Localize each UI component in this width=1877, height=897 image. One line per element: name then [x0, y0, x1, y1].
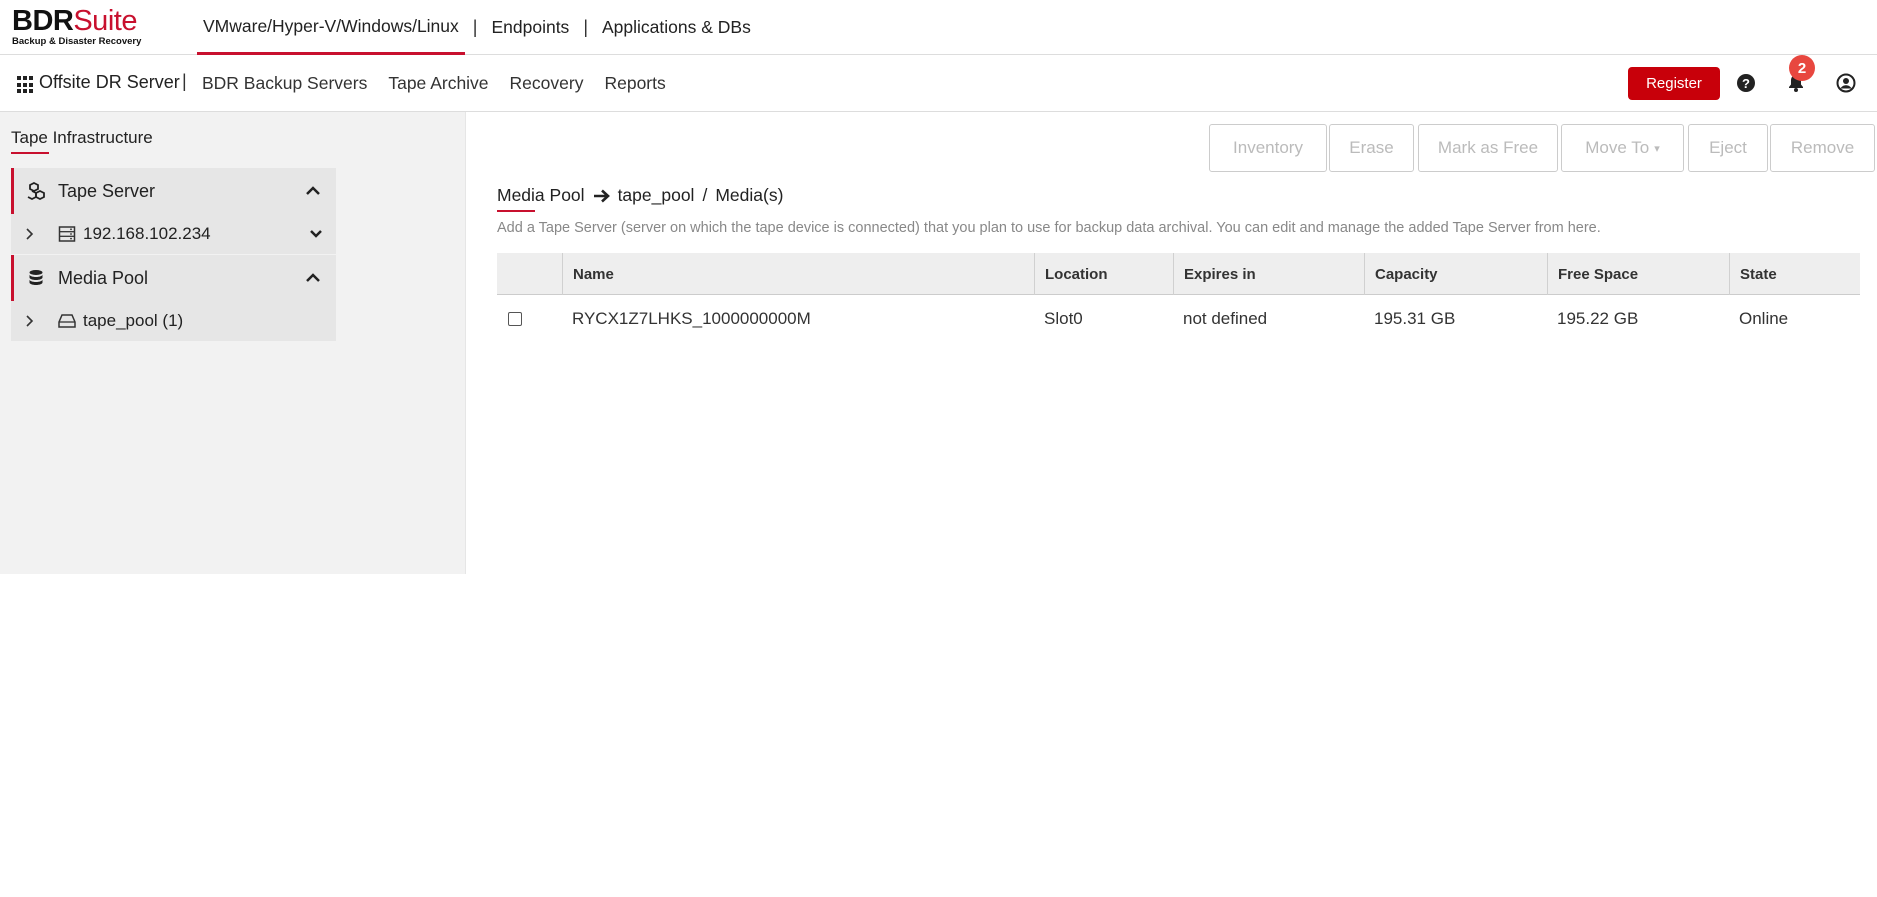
section-media-pool: Media Pool tape_pool (1)	[11, 255, 336, 341]
cell-location: Slot0	[1044, 309, 1083, 328]
section-tape-server: Tape Server 192.168.102.234	[11, 168, 336, 254]
select-column-header	[497, 253, 562, 295]
column-header-capacity[interactable]: Capacity	[1364, 253, 1547, 295]
nav-link-reports[interactable]: Reports	[604, 73, 665, 94]
logo-wordmark: BDRSuite	[12, 5, 137, 37]
page-description: Add a Tape Server (server on which the t…	[497, 220, 1601, 236]
nav-link-tape-archive[interactable]: Tape Archive	[388, 73, 488, 94]
erase-button[interactable]: Erase	[1329, 124, 1414, 172]
notification-badge: 2	[1789, 55, 1815, 81]
eject-button[interactable]: Eject	[1688, 124, 1768, 172]
main-navbar: Offsite DR Server | BDR Backup Servers T…	[0, 55, 1877, 112]
table-header: Name Location Expires in Capacity Free S…	[497, 253, 1860, 295]
sidebar-title: Tape Infrastructure	[11, 128, 153, 147]
table-row[interactable]: RYCX1Z7LHKS_1000000000M Slot0 not define…	[497, 295, 1860, 343]
cell-state: Online	[1739, 309, 1789, 328]
caret-down-icon: ▾	[1654, 142, 1660, 155]
nav-separator: |	[583, 17, 588, 37]
row-checkbox[interactable]	[508, 312, 522, 326]
row-select-cell	[497, 295, 562, 343]
column-header-location[interactable]: Location	[1034, 253, 1173, 295]
bdrsuite-logo[interactable]: BDRSuite Backup & Disaster Recovery	[12, 6, 142, 50]
nav-separator: |	[182, 71, 187, 91]
remove-button[interactable]: Remove	[1770, 124, 1875, 172]
register-button[interactable]: Register	[1628, 67, 1720, 100]
nav-links: BDR Backup Servers Tape Archive Recovery…	[202, 55, 687, 112]
chevron-up-icon[interactable]	[304, 182, 322, 200]
app-title[interactable]: Offsite DR Server	[39, 72, 180, 93]
sidebar: Tape Infrastructure Tape Server 192.168.…	[0, 112, 466, 574]
inventory-button[interactable]: Inventory	[1209, 124, 1327, 172]
database-icon	[27, 269, 49, 287]
nav-link-bdr-backup-servers[interactable]: BDR Backup Servers	[202, 73, 367, 94]
column-header-name[interactable]: Name	[562, 253, 1034, 295]
move-to-dropdown[interactable]: Move To ▾	[1561, 124, 1684, 172]
move-to-label: Move To	[1585, 138, 1650, 157]
arrow-right-icon	[593, 188, 611, 204]
title-underline	[11, 152, 49, 154]
nav-separator: |	[472, 17, 478, 37]
cell-free-space: 195.22 GB	[1557, 309, 1639, 328]
cell-capacity: 195.31 GB	[1374, 309, 1456, 328]
section-header-tape-server[interactable]: Tape Server	[11, 168, 336, 214]
breadcrumb-pool[interactable]: tape_pool	[618, 185, 695, 206]
chevron-down-icon[interactable]	[308, 227, 324, 241]
section-label: Tape Server	[58, 180, 156, 201]
apps-grid-icon[interactable]	[17, 76, 35, 94]
product-tab-endpoints[interactable]: Endpoints	[485, 0, 575, 55]
user-circle-icon[interactable]	[1836, 73, 1856, 93]
breadcrumb-media-pool[interactable]: Media Pool	[497, 185, 585, 212]
section-label: Media Pool	[58, 267, 149, 288]
chevron-up-icon[interactable]	[304, 269, 322, 287]
product-nav: VMware/Hyper-V/Windows/Linux | Endpoints…	[197, 0, 757, 55]
tree-item-label: 192.168.102.234	[83, 224, 211, 243]
media-table: Name Location Expires in Capacity Free S…	[497, 253, 1860, 343]
nav-link-recovery[interactable]: Recovery	[510, 73, 584, 94]
mark-as-free-button[interactable]: Mark as Free	[1418, 124, 1558, 172]
cell-name: RYCX1Z7LHKS_1000000000M	[572, 309, 811, 328]
chevron-right-icon[interactable]	[23, 313, 37, 329]
breadcrumb-separator: /	[702, 185, 708, 205]
tree-item-label: tape_pool (1)	[83, 311, 184, 330]
breadcrumb-current: Media(s)	[715, 185, 784, 205]
tree-item-media-pool[interactable]: tape_pool (1)	[11, 301, 336, 341]
product-tab-vmware[interactable]: VMware/Hyper-V/Windows/Linux	[197, 0, 465, 55]
cubes-icon	[27, 182, 49, 200]
server-icon	[58, 225, 76, 243]
question-circle-icon[interactable]: ?	[1737, 74, 1755, 92]
section-header-media-pool[interactable]: Media Pool	[11, 255, 336, 301]
logo-tagline: Backup & Disaster Recovery	[12, 36, 142, 47]
column-header-state[interactable]: State	[1729, 253, 1860, 295]
hdd-icon	[58, 312, 76, 330]
chevron-right-icon[interactable]	[23, 226, 37, 242]
cell-expires-in: not defined	[1183, 309, 1268, 328]
product-tab-applications[interactable]: Applications & DBs	[596, 0, 757, 55]
breadcrumb: Media Pool tape_pool / Media(s)	[497, 185, 784, 212]
top-header: BDRSuite Backup & Disaster Recovery VMwa…	[0, 0, 1877, 55]
column-header-expires-in[interactable]: Expires in	[1173, 253, 1364, 295]
column-header-free-space[interactable]: Free Space	[1547, 253, 1729, 295]
tree-item-tape-server[interactable]: 192.168.102.234	[11, 214, 336, 254]
